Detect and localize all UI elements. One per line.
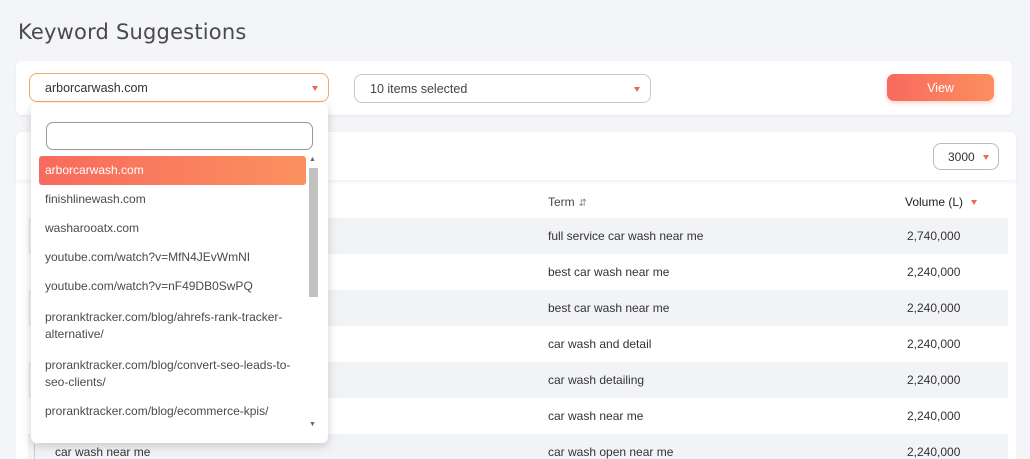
cell-term: car wash detailing	[548, 373, 645, 387]
items-multiselect[interactable]: 10 items selected	[354, 74, 651, 103]
row-checkbox[interactable]	[34, 444, 46, 459]
view-button[interactable]: View	[887, 74, 994, 101]
scroll-up-icon[interactable]: ▲	[309, 156, 316, 163]
cell-volume: 2,240,000	[907, 265, 961, 279]
dropdown-option[interactable]: washarooatx.com	[39, 214, 306, 243]
chevron-down-icon	[312, 86, 318, 91]
page-title: Keyword Suggestions	[18, 20, 247, 44]
sort-icon: ⇵	[578, 198, 588, 209]
cell-volume: 2,240,000	[907, 445, 961, 459]
cell-volume: 2,740,000	[907, 229, 961, 243]
domain-select-value: arborcarwash.com	[45, 80, 148, 95]
scrollbar-thumb[interactable]	[309, 168, 318, 297]
dropdown-option[interactable]: proranktracker.com/blog/convert-seo-lead…	[39, 349, 306, 397]
dropdown-option[interactable]: proranktracker.com/blog/ecommerce-kpis/	[39, 397, 306, 426]
sort-descending-icon	[971, 200, 978, 206]
column-header-volume[interactable]: Volume (L)	[905, 195, 978, 209]
dropdown-option[interactable]: youtube.com/watch?v=MfN4JEvWmNI	[39, 243, 306, 272]
cell-volume: 2,240,000	[907, 373, 961, 387]
chevron-down-icon	[634, 87, 640, 92]
dropdown-scrollbar[interactable]: ▲ ▼	[308, 156, 318, 428]
cell-volume: 2,240,000	[907, 409, 961, 423]
dropdown-option[interactable]: youtube.com/watch?v=nF49DB0SwPQ	[39, 272, 306, 301]
row-limit-select[interactable]: 3000	[933, 143, 999, 170]
items-select-value: 10 items selected	[370, 81, 468, 96]
domain-dropdown-panel: arborcarwash.com finishlinewash.com wash…	[31, 103, 328, 443]
domain-select[interactable]: arborcarwash.com	[29, 73, 329, 102]
cell-volume: 2,240,000	[907, 337, 961, 351]
row-limit-value: 3000	[948, 149, 975, 164]
cell-volume: 2,240,000	[907, 301, 961, 315]
dropdown-option-selected[interactable]: arborcarwash.com	[39, 156, 306, 185]
dropdown-option-list: arborcarwash.com finishlinewash.com wash…	[39, 156, 306, 426]
column-header-term[interactable]: Term ⇵	[548, 195, 587, 209]
cell-term: best car wash near me	[548, 265, 670, 279]
cell-term: car wash open near me	[548, 445, 674, 459]
dropdown-option[interactable]: proranktracker.com/blog/ahrefs-rank-trac…	[39, 301, 306, 349]
cell-keyword: car wash near me	[55, 445, 151, 459]
cell-term: car wash and detail	[548, 337, 652, 351]
dropdown-search-input[interactable]	[46, 122, 313, 150]
dropdown-option[interactable]: finishlinewash.com	[39, 185, 306, 214]
cell-term: full service car wash near me	[548, 229, 704, 243]
scroll-down-icon[interactable]: ▼	[309, 421, 316, 428]
chevron-down-icon	[983, 155, 989, 160]
cell-term: car wash near me	[548, 409, 644, 423]
cell-term: best car wash near me	[548, 301, 670, 315]
